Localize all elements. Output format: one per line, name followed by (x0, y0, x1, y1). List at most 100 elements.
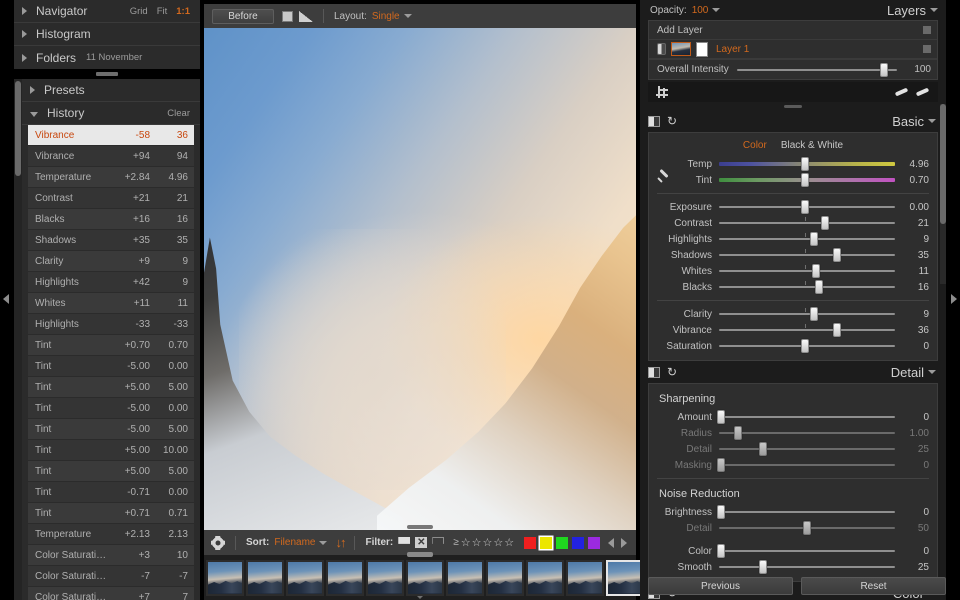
filmstrip-thumbnail[interactable] (406, 559, 444, 596)
right-panel-scrollbar[interactable] (940, 104, 946, 284)
history-row[interactable]: Tint -5.00 0.00 (28, 398, 194, 418)
slider-track-area[interactable] (719, 442, 895, 456)
slider-track-area[interactable] (719, 216, 895, 230)
before-after-toggle-icon[interactable] (648, 115, 660, 127)
slider-knob[interactable] (716, 410, 725, 424)
history-row[interactable]: Shadows +35 35 (28, 230, 194, 250)
before-after-toggle-icon[interactable] (648, 366, 660, 378)
white-balance-eyedropper-icon[interactable] (657, 168, 670, 186)
slider-track-area[interactable] (719, 248, 895, 262)
sidebar-item-presets[interactable]: Presets (22, 79, 200, 102)
basic-panel-header[interactable]: ↻ Basic (640, 110, 946, 132)
slider-row-smooth[interactable]: Smooth 25 (649, 559, 937, 575)
opacity-value[interactable]: 100 (692, 5, 709, 16)
navigator-grid-option[interactable]: Grid (130, 6, 148, 17)
slider-track-area[interactable] (719, 173, 895, 187)
history-row[interactable]: Tint +5.00 10.00 (28, 440, 194, 460)
slider-row-detail[interactable]: Detail 25 (649, 441, 937, 457)
filmstrip-thumbnail[interactable] (566, 559, 604, 596)
panel-resize-grip[interactable] (784, 105, 802, 108)
slider-row-highlights[interactable]: Highlights 9 (649, 231, 937, 247)
sort-value[interactable]: Filename (274, 537, 315, 548)
chevron-down-icon[interactable] (928, 119, 936, 123)
slider-track-area[interactable] (716, 544, 895, 558)
filmstrip-resize-grip[interactable] (407, 552, 433, 557)
filmstrip-thumbnail[interactable] (246, 559, 284, 596)
filmstrip-thumbnail[interactable] (366, 559, 404, 596)
photo-scroll-grip[interactable] (407, 525, 433, 529)
history-row[interactable]: Highlights -33 -33 (28, 314, 194, 334)
slider-knob[interactable] (801, 200, 810, 214)
slider-row-radius[interactable]: Radius 1.00 (649, 425, 937, 441)
sort-direction-icon[interactable]: ↓↑ (335, 536, 346, 549)
filmstrip-next-icon[interactable] (621, 537, 627, 548)
layer-mask-swatch[interactable] (696, 41, 708, 57)
history-row[interactable]: Tint +5.00 5.00 (28, 377, 194, 397)
left-panel-divider[interactable] (14, 69, 200, 79)
before-button[interactable]: Before (212, 8, 274, 24)
slider-track-area[interactable] (716, 458, 895, 472)
slider-row-clarity[interactable]: Clarity 9 (649, 306, 937, 322)
slider-track-area[interactable] (719, 307, 895, 321)
eraser-icon[interactable] (894, 86, 909, 98)
history-row[interactable]: Temperature +2.13 2.13 (28, 524, 194, 544)
color-label-purple[interactable] (588, 536, 601, 549)
slider-row-exposure[interactable]: Exposure 0.00 (649, 199, 937, 215)
flag-rejected-icon[interactable]: ✕ (415, 537, 428, 548)
previous-button[interactable]: Previous (648, 577, 793, 595)
color-label-blue[interactable] (572, 536, 585, 549)
history-row[interactable]: Contrast +21 21 (28, 188, 194, 208)
tab-color[interactable]: Color (743, 140, 767, 151)
slider-track-area[interactable] (719, 339, 895, 353)
slider-knob[interactable] (801, 339, 810, 353)
slider-row-masking[interactable]: Masking 0 (649, 457, 937, 473)
slider-track-area[interactable] (719, 521, 895, 535)
filmstrip[interactable] (204, 552, 844, 600)
slider-row-tint[interactable]: Tint 0.70 (649, 172, 937, 188)
history-row[interactable]: Vibrance +94 94 (28, 146, 194, 166)
filmstrip-thumbnail[interactable] (326, 559, 364, 596)
filmstrip-prev-icon[interactable] (608, 537, 614, 548)
layer-menu-icon[interactable] (923, 45, 931, 53)
layer-thumbnail[interactable] (671, 42, 691, 56)
chevron-down-icon[interactable] (928, 370, 936, 374)
left-panel-scrollbar-thumb[interactable] (15, 81, 21, 176)
slider-track-area[interactable] (719, 560, 895, 574)
layout-value[interactable]: Single (372, 11, 400, 22)
slider-row-amount[interactable]: Amount 0 (649, 409, 937, 425)
filmstrip-thumbnail[interactable] (206, 559, 244, 596)
add-layer-menu-icon[interactable] (923, 26, 931, 34)
slider-row-shadows[interactable]: Shadows 35 (649, 247, 937, 263)
filmstrip-thumbnail[interactable] (526, 559, 564, 596)
chevron-down-icon[interactable] (930, 8, 938, 12)
sidebar-item-history[interactable]: History Clear (22, 102, 200, 125)
brush-icon[interactable] (915, 86, 930, 98)
slider-knob[interactable] (832, 323, 841, 337)
sidebar-item-folders[interactable]: Folders 11 November (14, 46, 200, 69)
slider-track-area[interactable] (719, 264, 895, 278)
layer-row[interactable]: Layer 1 (649, 40, 937, 59)
color-label-red[interactable] (524, 536, 537, 549)
reset-circular-arrow-icon[interactable]: ↻ (666, 115, 678, 127)
slider-track-area[interactable] (719, 426, 895, 440)
flag-picked-icon[interactable] (398, 537, 411, 548)
history-row[interactable]: Vibrance -58 36 (28, 125, 194, 145)
reset-circular-arrow-icon[interactable]: ↻ (666, 366, 678, 378)
chevron-down-icon[interactable] (712, 8, 721, 12)
filmstrip-thumbnail[interactable] (606, 559, 644, 596)
history-row[interactable]: Tint -0.71 0.00 (28, 482, 194, 502)
detail-panel-header[interactable]: ↻ Detail (640, 361, 946, 383)
flag-unflagged-icon[interactable] (432, 537, 445, 548)
history-row[interactable]: Color Saturation Sha... +7 7 (28, 587, 194, 600)
slider-knob[interactable] (803, 521, 811, 535)
filmstrip-thumbnail[interactable] (486, 559, 524, 596)
filmstrip-thumbnail[interactable] (446, 559, 484, 596)
history-list[interactable]: Vibrance -58 36 Vibrance +94 94 Temperature +2.… (22, 125, 200, 600)
history-row[interactable]: Color Saturation Sha... +3 10 (28, 545, 194, 565)
chevron-down-icon[interactable] (319, 540, 328, 545)
divider-grip-handle[interactable] (96, 72, 118, 76)
slider-knob[interactable] (880, 62, 889, 77)
gradient-ramp-icon[interactable] (299, 10, 313, 22)
slider-row-blacks[interactable]: Blacks 16 (649, 279, 937, 295)
layer-name-label[interactable]: Layer 1 (716, 44, 749, 55)
